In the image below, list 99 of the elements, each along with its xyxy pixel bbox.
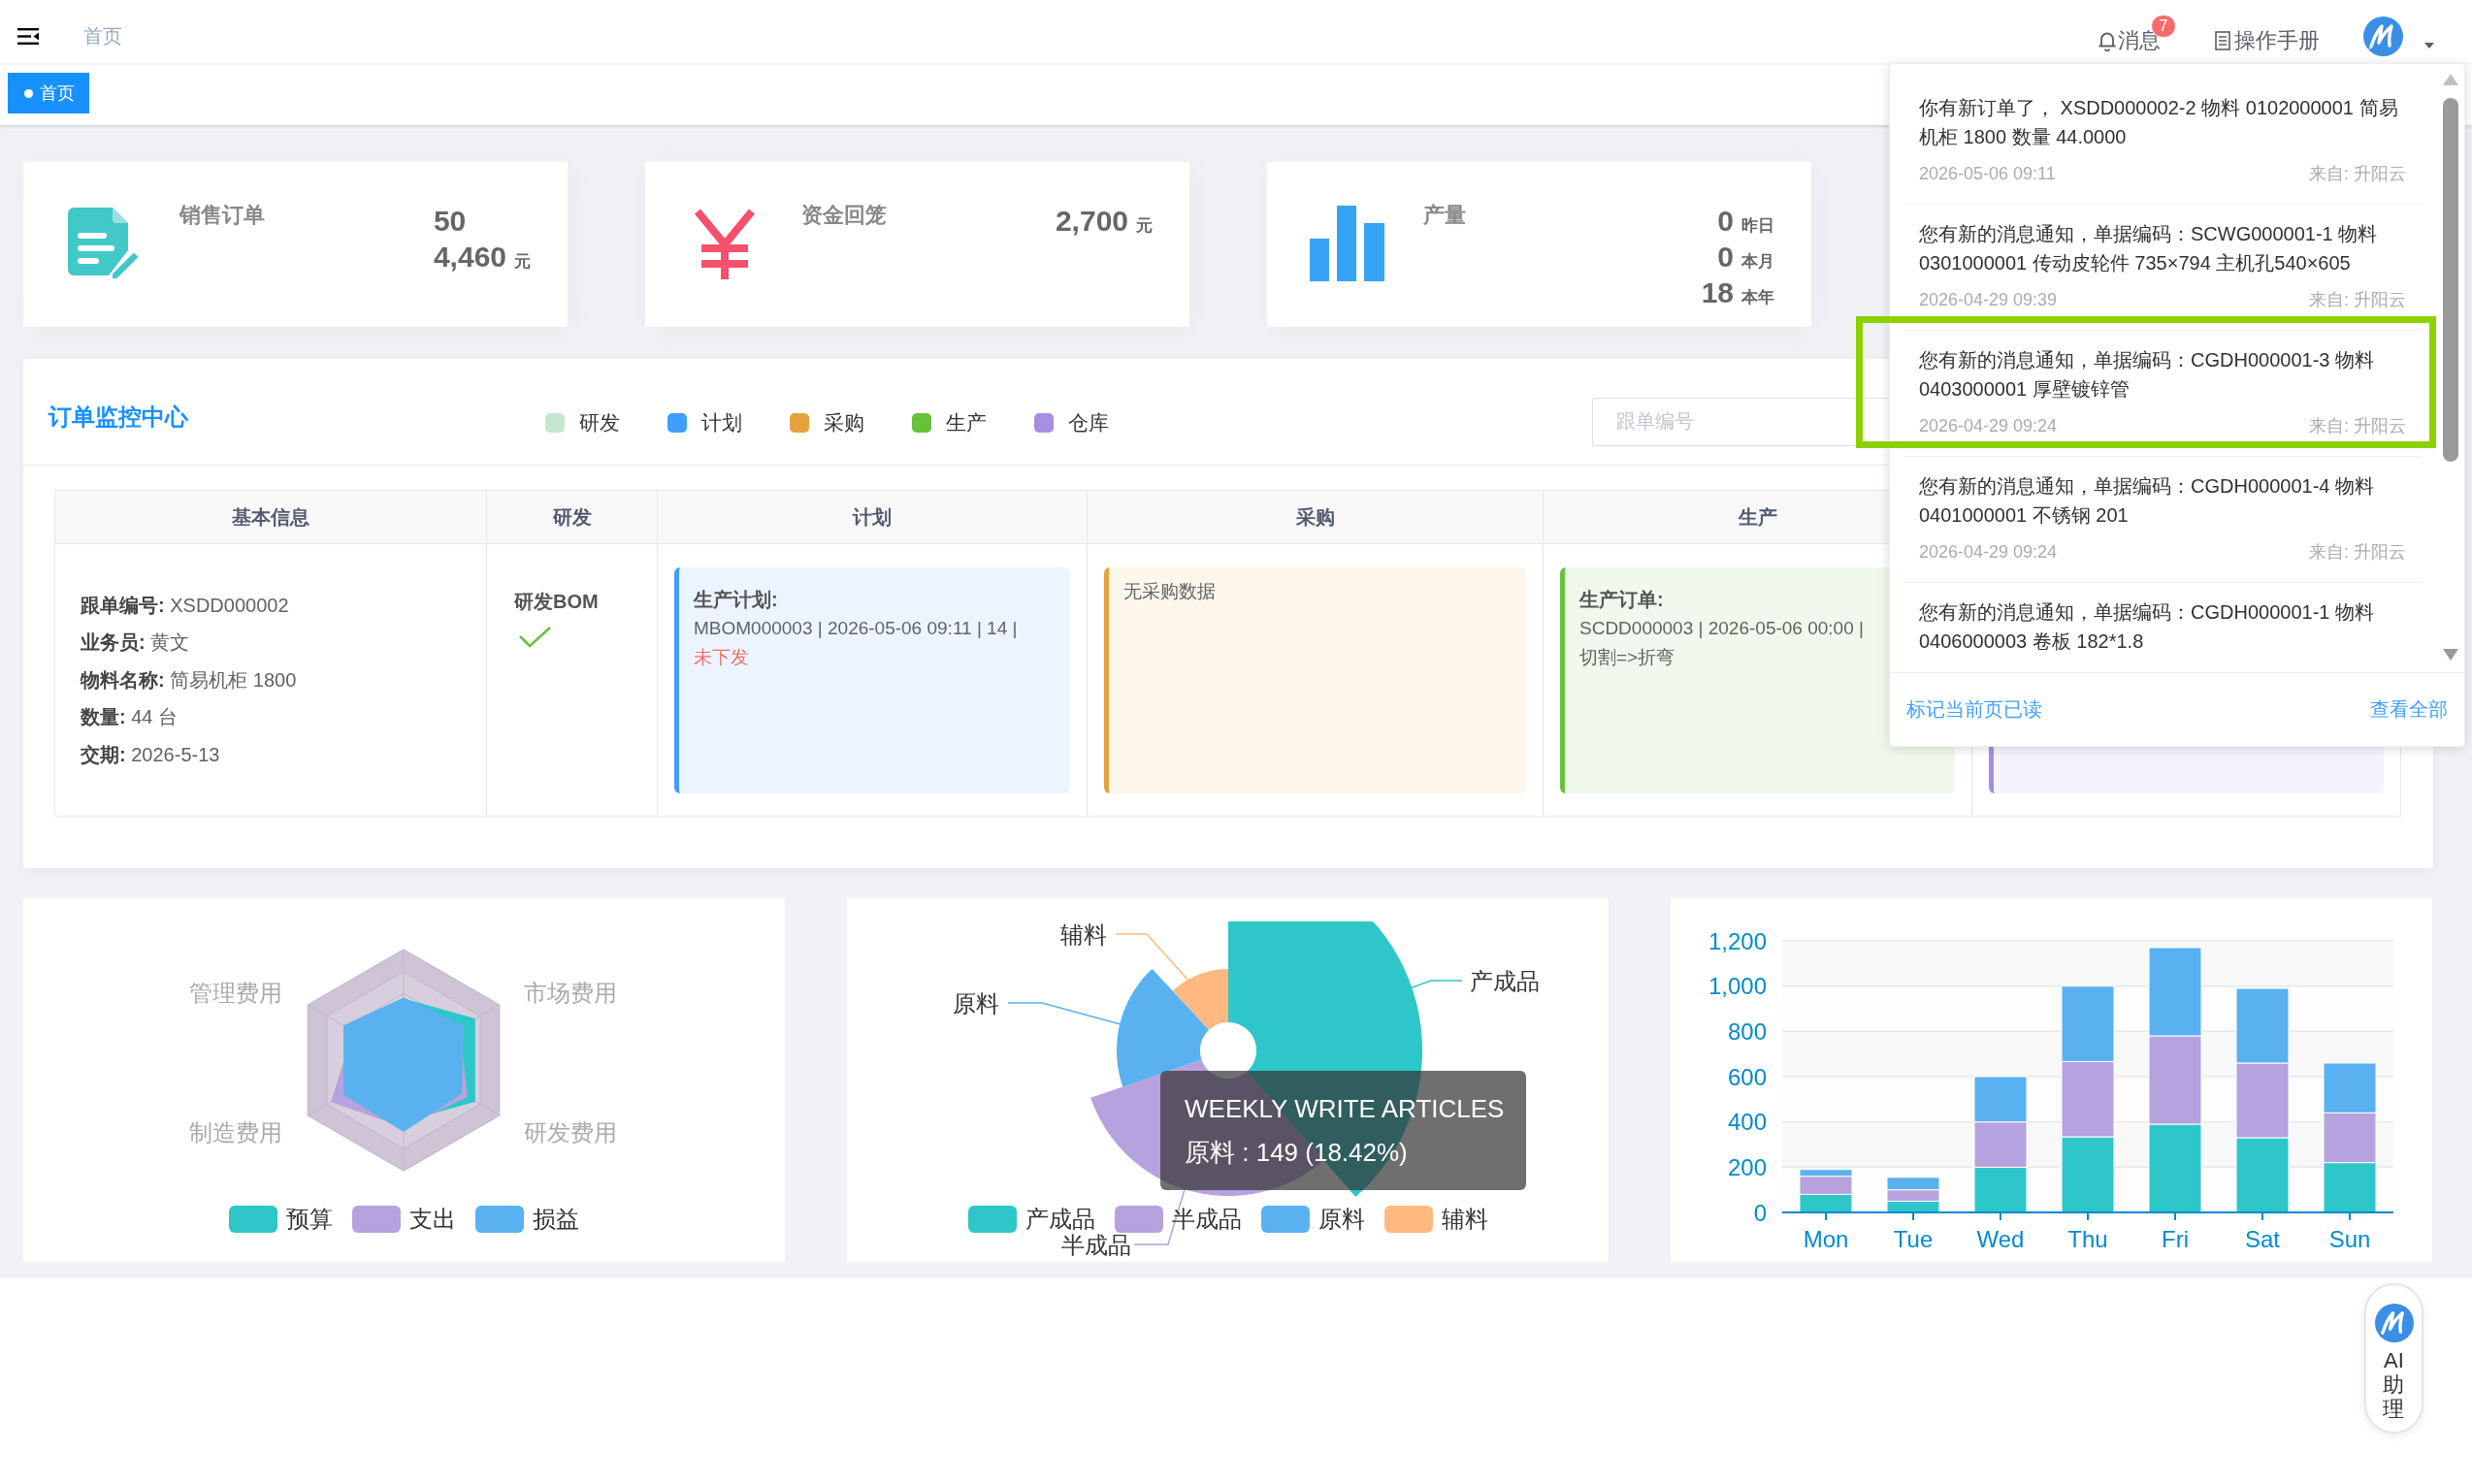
y-axis-label: 600 — [1727, 1063, 1767, 1090]
notification-time: 2026-04-29 09:39 — [1919, 289, 2058, 311]
stat-value: 50 — [433, 204, 467, 239]
stat-value: 18 — [1701, 275, 1734, 310]
legend-label: 半成品 — [1171, 1205, 1242, 1234]
stat-title: 销售订单 — [179, 202, 265, 229]
legend-label: 仓库 — [1068, 409, 1109, 436]
notification-source: 来自: 升阳云 — [2309, 163, 2406, 185]
legend-label: 损益 — [533, 1205, 579, 1234]
stage-detail: MBOM000003 | 2026-05-06 09:11 | 14 | — [694, 617, 1018, 640]
menu-icon[interactable] — [17, 28, 39, 45]
x-axis-label: Mon — [1803, 1225, 1849, 1252]
axis-label: 研发费用 — [524, 1118, 617, 1145]
slice-label: 辅料 — [1060, 920, 1107, 948]
document-icon — [2215, 30, 2230, 50]
notification-time: 2026-05-06 09:11 — [1919, 163, 2056, 185]
legend-label: 采购 — [824, 409, 864, 436]
notification-time: 2026-04-29 09:24 — [1919, 541, 2058, 564]
document-edit-icon — [66, 206, 141, 281]
stat-title: 资金回笼 — [801, 202, 887, 229]
active-dot-icon — [24, 88, 33, 98]
legend-label: 产成品 — [1025, 1205, 1095, 1234]
slice-label: 产成品 — [1470, 967, 1540, 994]
breadcrumb-item: 首页 — [83, 24, 122, 48]
manual-link[interactable]: 操作手册 — [2215, 25, 2320, 55]
caret-icon[interactable] — [2424, 42, 2434, 48]
bar-segment — [1886, 1177, 1940, 1191]
avatar-icon[interactable] — [2363, 16, 2403, 56]
legend-label: 支出 — [409, 1205, 456, 1234]
notification-text: 您有新的消息通知，单据编码：SCWG000001-1 物料 0301000001 传动皮轮件 735×794 主机孔540×605 — [1919, 222, 2379, 275]
axis-label: 市场费用 — [524, 979, 617, 1006]
notification-item[interactable]: 你有新订单了， XSDD000002-2 物料 0102000001 简易机柜 1800 数量 44.0000 2026-05-06 09:11 来自: 升阳云 — [1904, 79, 2422, 205]
stat-value: 0 — [1717, 240, 1734, 274]
y-axis-label: 0 — [1753, 1199, 1767, 1226]
stage-title: 生产订单: — [1579, 588, 1664, 612]
stat-value: 0 — [1717, 204, 1734, 239]
info-field: 交期: 2026-5-13 — [81, 735, 220, 774]
column-header: 基本信息 — [55, 491, 487, 544]
x-axis-label: Sun — [2328, 1225, 2371, 1252]
x-axis-label: Sat — [2245, 1225, 2280, 1252]
x-axis-label: Thu — [2067, 1225, 2108, 1252]
x-axis-label: Wed — [1976, 1225, 2025, 1252]
no-data-text: 无采购数据 — [1123, 580, 1216, 603]
stat-value: 2,700 — [1055, 204, 1128, 239]
legend-label: 辅料 — [1441, 1205, 1488, 1234]
notification-text: 您有新的消息通知，单据编码：CGDH000001-1 物料 0406000003 卷板 182*1.8 — [1919, 600, 2375, 654]
stat-unit: 昨日 — [1741, 215, 1774, 237]
stat-unit: 元 — [1136, 215, 1153, 237]
column-header: 采购 — [1088, 491, 1544, 544]
slice-label: 原料 — [953, 989, 999, 1016]
stat-title: 产量 — [1423, 202, 1466, 229]
legend-label: 研发 — [579, 409, 620, 436]
x-axis-label: Fri — [2162, 1225, 2189, 1252]
bar-chart-icon — [1310, 206, 1384, 281]
ai-assistant-button[interactable]: AI助理 — [2364, 1283, 2423, 1434]
legend-label: 预算 — [286, 1205, 333, 1234]
stage-title: 生产计划: — [694, 588, 778, 612]
assistant-logo-icon — [2374, 1304, 2414, 1342]
stage-detail: SCDD000003 | 2026-05-06 00:00 | — [1579, 617, 1864, 640]
y-axis-label: 1,200 — [1708, 927, 1767, 954]
axis-label: 制造费用 — [189, 1118, 282, 1145]
stat-unit: 本年 — [1741, 287, 1774, 308]
y-axis-label: 800 — [1727, 1017, 1767, 1045]
notification-item[interactable]: 您有新的消息通知，单据编码：SCWG000001-1 物料 0301000001 传动皮轮件 735×794 主机孔540×605 2026-04-29 09:39 来自: 升阳云 — [1904, 205, 2422, 331]
stat-value: 4,460 — [433, 240, 506, 274]
notification-time: 2026-04-29 09:24 — [1919, 415, 2058, 437]
y-axis-label: 400 — [1727, 1109, 1767, 1136]
info-field: 数量: 44 台 — [81, 698, 179, 736]
legend-label: 计划 — [701, 409, 742, 436]
axis-label: 管理费用 — [189, 979, 282, 1006]
column-header: 研发 — [487, 491, 658, 544]
notification-item[interactable]: 您有新的消息通知，单据编码：CGDH000001-3 物料 0403000001 厚壁镀锌管 2026-04-29 09:24 来自: 升阳云 — [1904, 331, 2422, 457]
panel-title: 订单监控中心 — [49, 403, 188, 430]
notification-item[interactable]: 您有新的消息通知，单据编码：CGDH000001-1 物料 0406000003 卷板 182*1.8 — [1904, 583, 2422, 671]
bar-segment — [1973, 1166, 2028, 1213]
search-field[interactable]: 跟单编号 — [1592, 397, 1888, 446]
info-field: 业务员: 黄文 — [81, 624, 190, 661]
notification-source: 来自: 升阳云 — [2309, 289, 2406, 311]
y-axis-label: 200 — [1727, 1153, 1767, 1180]
info-field: 跟单编号: XSDD000002 — [81, 586, 289, 625]
notification-text: 您有新的消息通知，单据编码：CGDH000001-3 物料 0403000001 厚壁镀锌管 — [1919, 348, 2375, 402]
legend-label: 原料 — [1317, 1205, 1365, 1234]
notification-source: 来自: 升阳云 — [2309, 541, 2406, 564]
info-field: 物料名称: 简易机柜 1800 — [81, 661, 297, 699]
notification-text: 你有新订单了， XSDD000002-2 物料 0102000001 简易机柜 1800 数量 44.0000 — [1919, 96, 2399, 149]
tooltip-value: 原料 : 149 (18.42%) — [1185, 1136, 1408, 1169]
y-axis-label: 1,000 — [1708, 973, 1767, 1000]
notification-item[interactable]: 您有新的消息通知，单据编码：CGDH000001-4 物料 0401000001 不锈钢 201 2026-04-29 09:24 来自: 升阳云 — [1904, 457, 2422, 583]
legend-label: 生产 — [946, 409, 987, 436]
column-header: 计划 — [658, 491, 1088, 544]
rd-status-label: 研发BOM — [514, 590, 599, 614]
tooltip-title: WEEKLY WRITE ARTICLES — [1185, 1092, 1505, 1125]
stat-unit: 本月 — [1741, 251, 1774, 273]
slice-label: 半成品 — [1061, 1231, 1131, 1258]
stage-route: 切割=>折弯 — [1579, 646, 1675, 669]
stat-unit: 元 — [514, 251, 531, 273]
notification-source: 来自: 升阳云 — [2309, 415, 2406, 437]
stage-status: 未下发 — [694, 646, 749, 669]
x-axis-label: Tue — [1893, 1225, 1934, 1252]
